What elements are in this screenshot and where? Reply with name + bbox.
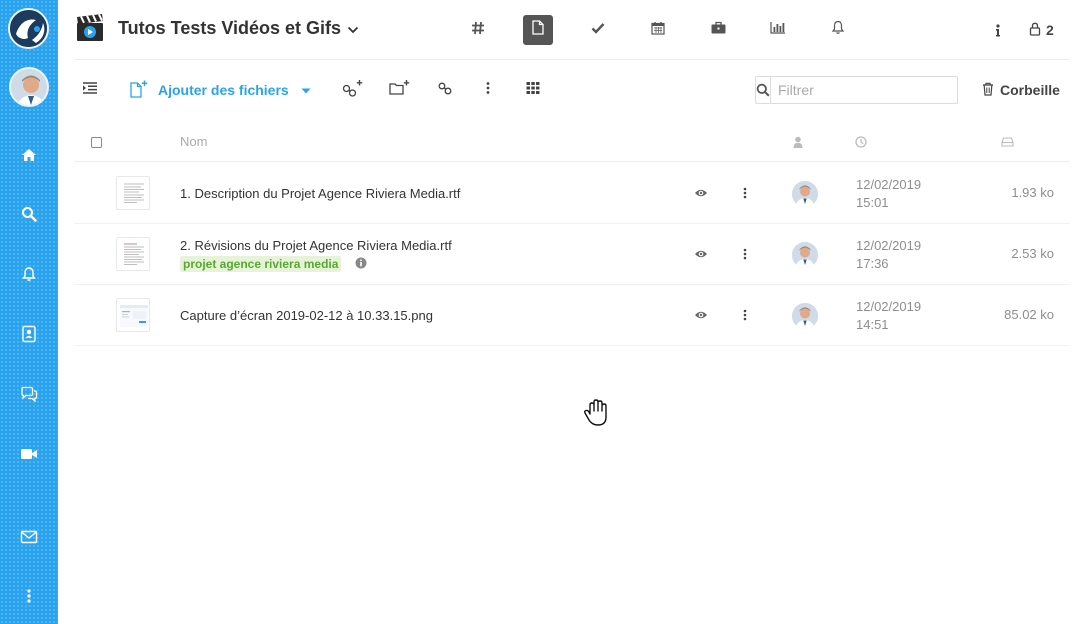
- check-icon: [591, 21, 605, 39]
- bell-icon: [831, 20, 845, 40]
- search-icon[interactable]: [17, 202, 41, 226]
- home-icon[interactable]: [17, 143, 41, 167]
- file-name[interactable]: Capture d’écran 2019-02-12 à 10.33.15.pn…: [180, 308, 433, 323]
- file-size: 85.02 ko: [1004, 307, 1054, 322]
- clapperboard-icon: [75, 13, 105, 43]
- date-text: 12/02/2019: [856, 238, 922, 253]
- members-button[interactable]: 2: [1029, 20, 1054, 40]
- indent-list-icon: [82, 81, 98, 99]
- link-plus-icon: [342, 79, 364, 102]
- filter-box: [755, 76, 959, 104]
- modified-date: 12/02/2019 14:51: [856, 298, 921, 334]
- tab-files[interactable]: [523, 15, 553, 45]
- date-text: 12/02/2019: [856, 177, 922, 192]
- trash-button[interactable]: Corbeille: [982, 79, 1060, 101]
- member-count: 2: [1046, 22, 1054, 38]
- modified-date: 12/02/2019 17:36: [856, 237, 921, 273]
- grid-icon: [526, 81, 540, 100]
- hard-drive-icon[interactable]: [999, 134, 1015, 150]
- caret-down-icon: [301, 81, 311, 99]
- add-link-button[interactable]: [342, 79, 364, 101]
- eye-icon[interactable]: [693, 185, 709, 201]
- time-text: 17:36: [856, 256, 889, 271]
- column-name-header[interactable]: Nom: [180, 134, 207, 149]
- lock-icon: [1029, 22, 1041, 39]
- select-all-checkbox[interactable]: [91, 137, 102, 148]
- avatar[interactable]: [792, 303, 818, 329]
- trash-label: Corbeille: [1000, 82, 1060, 98]
- workspace-title-text: Tutos Tests Vidéos et Gifs: [118, 18, 342, 38]
- grid-view-button[interactable]: [526, 79, 540, 101]
- workspace-title[interactable]: Tutos Tests Vidéos et Gifs: [118, 18, 359, 39]
- row-menu-icon[interactable]: [737, 307, 753, 323]
- header: Tutos Tests Vidéos et Gifs 2: [58, 0, 1084, 60]
- sidebar: [0, 0, 58, 624]
- contacts-icon[interactable]: [17, 322, 41, 346]
- calendar-icon: [651, 21, 665, 40]
- search-icon[interactable]: [756, 77, 771, 103]
- tab-stats[interactable]: [763, 15, 793, 45]
- user-avatar[interactable]: [9, 67, 49, 107]
- hand-cursor-icon: [583, 398, 611, 428]
- add-folder-button[interactable]: [389, 79, 411, 101]
- eye-icon[interactable]: [693, 307, 709, 323]
- mail-icon[interactable]: [17, 525, 41, 549]
- add-files-dropdown[interactable]: [301, 79, 311, 101]
- filter-input[interactable]: [771, 77, 959, 103]
- modified-date: 12/02/2019 15:01: [856, 176, 921, 212]
- add-files-label: Ajouter des fichiers: [158, 82, 289, 98]
- file-size: 2.53 ko: [1011, 246, 1054, 261]
- row-menu-icon[interactable]: [737, 185, 753, 201]
- file-tag[interactable]: projet agence riviera media: [180, 256, 342, 272]
- table-header: Nom: [74, 124, 1070, 162]
- avatar[interactable]: [792, 181, 818, 207]
- date-text: 12/02/2019: [856, 299, 922, 314]
- tab-projects[interactable]: [703, 15, 733, 45]
- video-icon[interactable]: [17, 442, 41, 466]
- file-plus-icon: [129, 80, 149, 101]
- more-vertical-icon[interactable]: [17, 584, 41, 608]
- file-size: 1.93 ko: [1011, 185, 1054, 200]
- row-menu-icon[interactable]: [737, 246, 753, 262]
- time-text: 14:51: [856, 317, 889, 332]
- link-icon: [438, 80, 454, 101]
- header-divider: [74, 59, 1070, 60]
- time-text: 15:01: [856, 195, 889, 210]
- tab-tasks[interactable]: [583, 15, 613, 45]
- eye-icon[interactable]: [693, 246, 709, 262]
- briefcase-icon: [711, 21, 726, 39]
- app-logo[interactable]: [8, 8, 49, 49]
- chevron-down-icon: [347, 18, 359, 39]
- table-row[interactable]: 1. Description du Projet Agence Riviera …: [74, 163, 1070, 224]
- image-thumbnail: [116, 298, 150, 332]
- bar-chart-icon: [770, 21, 786, 39]
- document-thumbnail: [116, 237, 150, 271]
- info-circle-icon[interactable]: [354, 256, 368, 270]
- clock-icon[interactable]: [853, 134, 869, 150]
- table-row[interactable]: 2. Révisions du Projet Agence Riviera Me…: [74, 224, 1070, 285]
- document-thumbnail: [116, 176, 150, 210]
- chat-icon[interactable]: [17, 382, 41, 406]
- avatar[interactable]: [792, 242, 818, 268]
- more-actions-button[interactable]: [485, 79, 491, 101]
- link-button[interactable]: [438, 79, 454, 101]
- file-name[interactable]: 2. Révisions du Projet Agence Riviera Me…: [180, 238, 452, 253]
- file-name[interactable]: 1. Description du Projet Agence Riviera …: [180, 186, 460, 201]
- file-icon: [532, 20, 544, 40]
- more-vertical-icon: [485, 81, 491, 100]
- info-icon[interactable]: [990, 20, 1006, 40]
- table-row[interactable]: Capture d’écran 2019-02-12 à 10.33.15.pn…: [74, 285, 1070, 346]
- toggle-panel-button[interactable]: [82, 79, 98, 101]
- folder-plus-icon: [389, 79, 411, 102]
- tab-calendar[interactable]: [643, 15, 673, 45]
- hash-icon: [471, 21, 485, 40]
- add-files-button[interactable]: Ajouter des fichiers: [129, 79, 289, 101]
- tab-hash[interactable]: [463, 15, 493, 45]
- user-column-icon[interactable]: [790, 134, 806, 150]
- trash-icon: [982, 82, 994, 99]
- bell-icon[interactable]: [17, 262, 41, 286]
- tab-notifications[interactable]: [823, 15, 853, 45]
